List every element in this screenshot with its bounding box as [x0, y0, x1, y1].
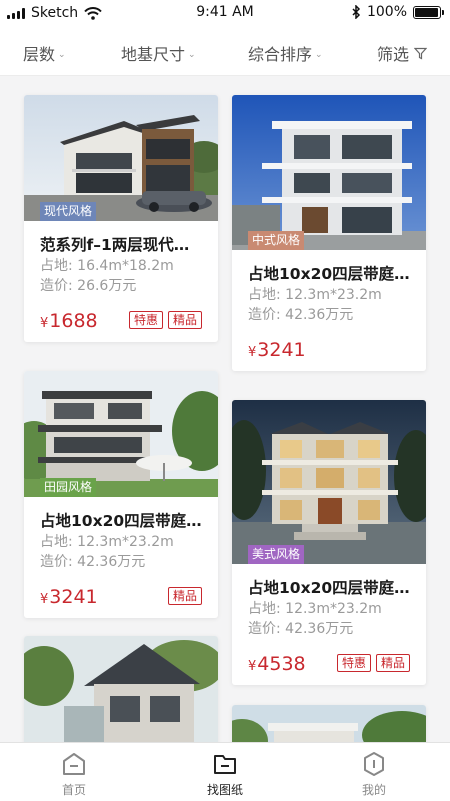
- chevron-down-icon: ⌄: [188, 49, 196, 60]
- premium-badge: 精品: [167, 311, 202, 329]
- house-photo-illustration: [232, 400, 426, 564]
- price: ¥3241: [40, 586, 98, 608]
- price-row: ¥4538 特惠 精品: [248, 647, 410, 685]
- currency-symbol: ¥: [248, 659, 257, 674]
- style-tag: 美式风格: [248, 545, 305, 564]
- cost-value: 42.36万元: [285, 307, 354, 323]
- area-value: 16.4m*18.2m: [77, 258, 174, 274]
- profile-icon: [364, 752, 384, 776]
- house-photo[interactable]: 中式风格: [232, 95, 426, 250]
- card-cost: 造价: 26.6万元: [40, 276, 202, 296]
- badge-group: 精品: [167, 587, 202, 605]
- house-photo[interactable]: 美式风格: [232, 400, 426, 564]
- card-cost: 造价: 42.36万元: [40, 552, 202, 572]
- area-label: 占地:: [40, 534, 73, 550]
- house-photo[interactable]: 现代风格: [24, 95, 218, 221]
- style-tag: 现代风格: [40, 202, 97, 221]
- area-value: 12.3m*23.2m: [77, 534, 174, 550]
- funnel-icon: [414, 47, 428, 59]
- cost-value: 42.36万元: [285, 621, 354, 637]
- cost-label: 造价:: [40, 278, 73, 294]
- battery-level: [415, 7, 438, 17]
- badge-group: 特惠 精品: [336, 654, 410, 672]
- currency-symbol: ¥: [40, 592, 49, 607]
- area-value: 12.3m*23.2m: [285, 601, 382, 617]
- filter-bar: 层数 ⌄ 地基尺寸 ⌄ 综合排序 ⌄ 筛选: [0, 26, 450, 76]
- house-photo[interactable]: 田园风格: [24, 371, 218, 497]
- filter-lot-size-label: 地基尺寸: [121, 45, 186, 64]
- premium-badge: 精品: [375, 654, 410, 672]
- battery-percent: 100%: [366, 4, 407, 20]
- plan-card[interactable]: 田园风格 占地10x20四层带庭院别墅 占地: 12.3m*23.2m 造价: …: [24, 371, 218, 618]
- price: ¥3241: [248, 339, 306, 361]
- tab-find-plans-label: 找图纸: [206, 783, 243, 797]
- filter-button[interactable]: 筛选: [377, 41, 428, 65]
- card-cost: 造价: 42.36万元: [248, 305, 410, 325]
- card-area: 占地: 12.3m*23.2m: [40, 532, 202, 552]
- card-title[interactable]: 范系列f–1两层现代别墅: [40, 234, 202, 256]
- price-value: 3241: [49, 586, 98, 608]
- status-bar: Sketch 9:41 AM 100%: [0, 0, 450, 26]
- filter-lot-size[interactable]: 地基尺寸 ⌄: [121, 41, 196, 65]
- tab-profile-label: 我的: [361, 783, 386, 797]
- folder-icon: [214, 755, 236, 774]
- premium-badge: 精品: [167, 587, 202, 605]
- currency-symbol: ¥: [40, 316, 49, 331]
- plan-card[interactable]: 中式风格 占地10x20四层带庭院别墅 占地: 12.3m*23.2m 造价: …: [232, 95, 426, 371]
- cost-value: 42.36万元: [77, 554, 146, 570]
- tab-bar: 首页 找图纸 我的: [0, 742, 450, 801]
- filter-sort-label: 综合排序: [248, 45, 313, 64]
- filter-floors[interactable]: 层数 ⌄: [23, 41, 66, 65]
- battery-icon: [413, 5, 444, 19]
- status-right: 100%: [352, 4, 444, 20]
- card-area: 占地: 12.3m*23.2m: [248, 285, 410, 305]
- currency-symbol: ¥: [248, 345, 257, 360]
- filter-sort[interactable]: 综合排序 ⌄: [248, 41, 323, 65]
- badge-group: 特惠 精品: [128, 311, 202, 329]
- card-title[interactable]: 占地10x20四层带庭院别墅: [248, 263, 410, 285]
- price-row: ¥3241 精品: [40, 580, 202, 618]
- style-tag: 中式风格: [248, 231, 305, 250]
- plan-card[interactable]: 现代风格 范系列f–1两层现代别墅 占地: 16.4m*18.2m 造价: 26…: [24, 95, 218, 342]
- card-title[interactable]: 占地10x20四层带庭院别墅: [40, 510, 202, 532]
- area-label: 占地:: [248, 601, 281, 617]
- price-value: 1688: [49, 310, 98, 332]
- price-value: 3241: [257, 339, 306, 361]
- price-value: 4538: [257, 653, 306, 675]
- house-photo-illustration: [232, 95, 426, 250]
- area-value: 12.3m*23.2m: [285, 287, 382, 303]
- price: ¥1688: [40, 310, 98, 332]
- filter-button-label: 筛选: [377, 45, 410, 64]
- plan-card[interactable]: 美式风格 占地10x20四层带庭院别墅 占地: 12.3m*23.2m 造价: …: [232, 400, 426, 685]
- style-tag: 田园风格: [40, 478, 97, 497]
- price-row: ¥1688 特惠 精品: [40, 304, 202, 342]
- discount-badge: 特惠: [336, 654, 371, 672]
- card-title[interactable]: 占地10x20四层带庭院别墅: [248, 577, 410, 599]
- area-label: 占地:: [248, 287, 281, 303]
- tab-home[interactable]: 首页: [34, 751, 114, 798]
- tab-find-plans[interactable]: 找图纸: [185, 751, 265, 798]
- cost-label: 造价:: [40, 554, 73, 570]
- area-label: 占地:: [40, 258, 73, 274]
- chevron-down-icon: ⌄: [315, 49, 323, 60]
- home-icon: [63, 753, 85, 775]
- price: ¥4538: [248, 653, 306, 675]
- card-cost: 造价: 42.36万元: [248, 619, 410, 639]
- cost-label: 造价:: [248, 621, 281, 637]
- bluetooth-icon: [352, 5, 361, 19]
- cost-label: 造价:: [248, 307, 281, 323]
- discount-badge: 特惠: [128, 311, 163, 329]
- chevron-down-icon: ⌄: [58, 49, 66, 60]
- card-area: 占地: 16.4m*18.2m: [40, 256, 202, 276]
- card-area: 占地: 12.3m*23.2m: [248, 599, 410, 619]
- tab-home-label: 首页: [61, 783, 86, 797]
- price-row: ¥3241: [248, 333, 410, 371]
- tab-profile[interactable]: 我的: [334, 751, 414, 798]
- cost-value: 26.6万元: [77, 278, 137, 294]
- filter-floors-label: 层数: [23, 45, 56, 64]
